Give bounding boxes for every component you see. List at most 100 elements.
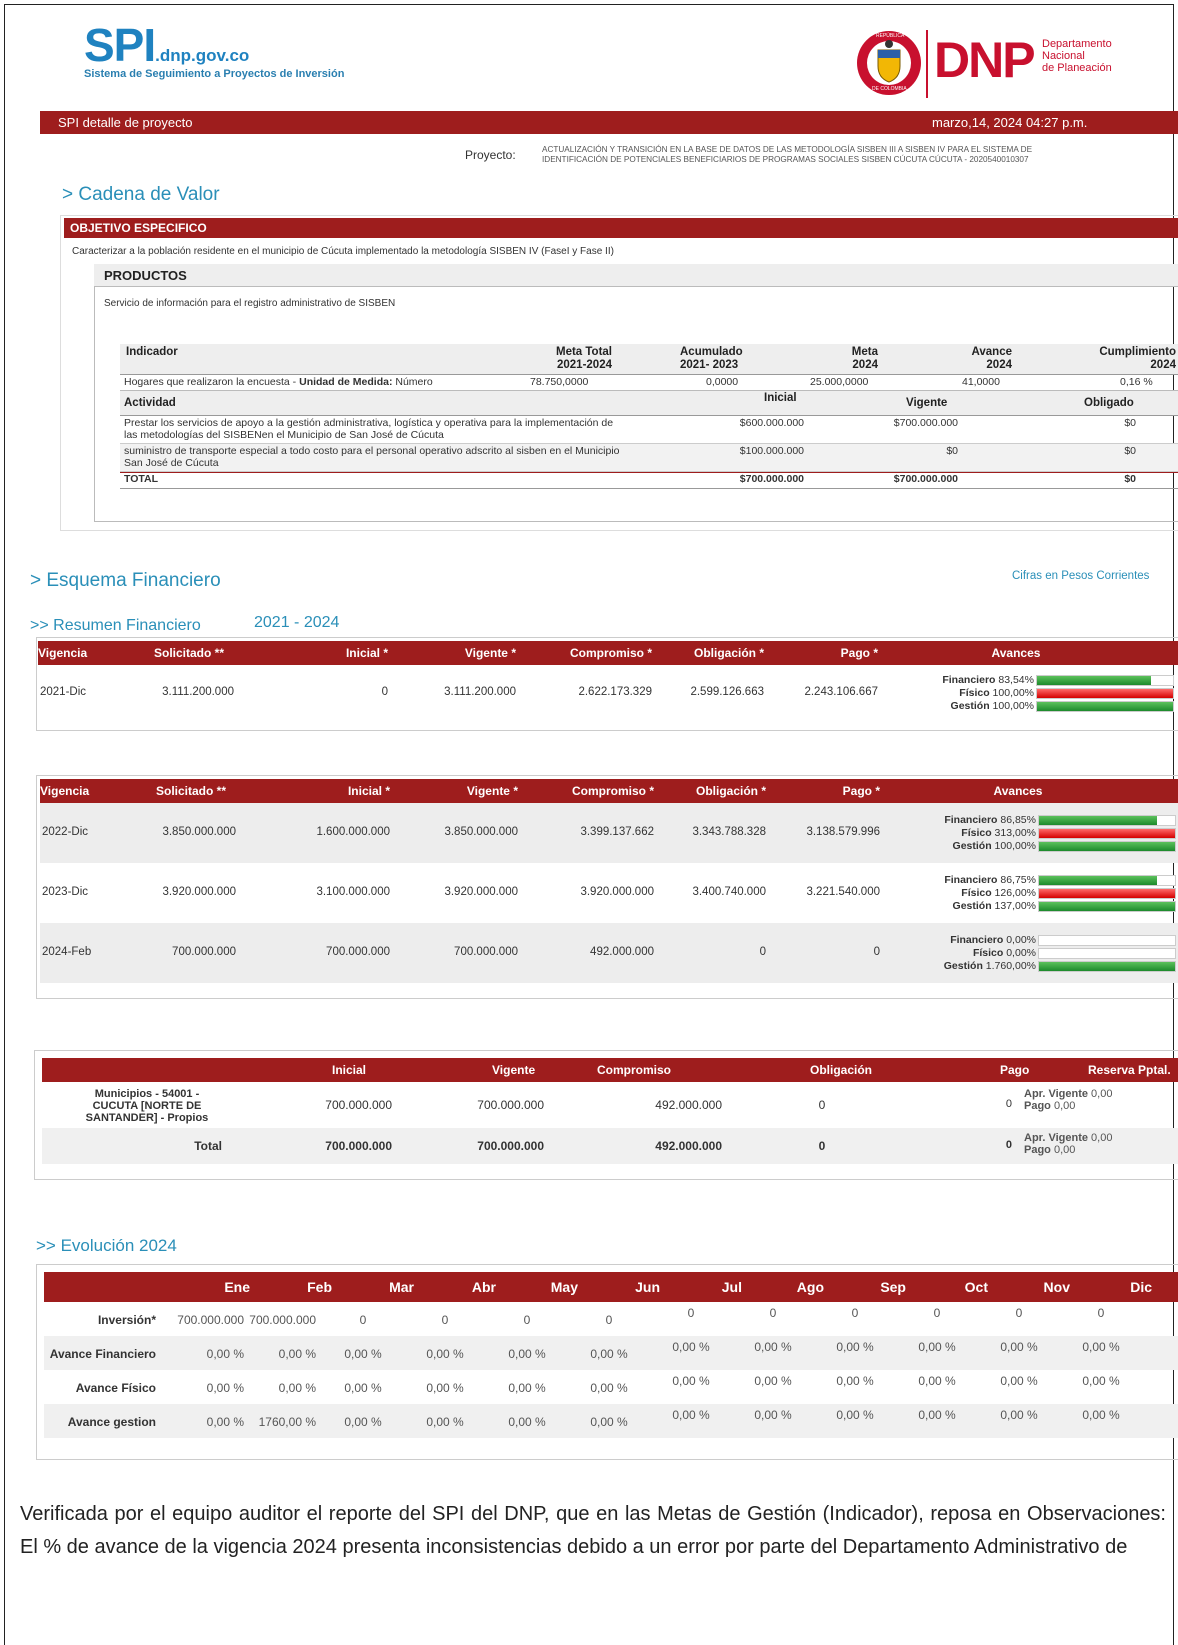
project-name-line2: IDENTIFICACIÓN DE POTENCIALES BENEFICIAR…	[542, 155, 1029, 164]
resumen-solicitado: 3.850.000.000	[162, 826, 236, 838]
fuentes-col-pago: Pago	[1000, 1063, 1030, 1077]
col-acumulado: Acumulado 2021- 2023	[680, 346, 743, 371]
avance-line: Físico 100,00%	[884, 687, 1174, 700]
fuentes-table: Inicial Vigente Compromiso Obligación Pa…	[42, 1058, 1178, 1164]
month-col: Abr	[471, 1279, 496, 1295]
progress-fill	[1039, 815, 1158, 825]
avance-value: 126,00%	[994, 887, 1036, 899]
resumen-inicial: 0	[381, 686, 388, 698]
evolucion-cell: 0,00 %	[754, 1374, 792, 1388]
evolucion-cell: 0	[523, 1313, 531, 1327]
month-col: Mar	[389, 1279, 414, 1295]
title-bar-date: marzo,14, 2024 04:27 p.m.	[932, 115, 1088, 130]
evolucion-cell: 0,00 %	[1082, 1340, 1120, 1354]
indicator-name-text: Hogares que realizaron la encuesta -	[124, 376, 300, 388]
month-col: Feb	[307, 1279, 332, 1295]
avance-line: Físico 313,00%	[886, 827, 1176, 840]
resumen-inicial: 700.000.000	[326, 946, 390, 958]
activity-inicial: $600.000.000	[739, 417, 804, 429]
avance-label: Gestión	[952, 900, 992, 912]
dnp-logo: DNP	[934, 30, 1036, 90]
evolucion-cell: 0,00 %	[206, 1381, 244, 1395]
spi-logo-text: SPI	[84, 19, 156, 71]
avance-line: Financiero 0,00%	[886, 934, 1176, 947]
progress-bar	[1036, 700, 1174, 712]
resumen-col: Avances	[993, 784, 1043, 798]
month-col: Dic	[1130, 1279, 1152, 1295]
evolucion-cell: 0,00 %	[590, 1415, 628, 1429]
resumen-pago: 2.243.106.667	[804, 686, 878, 698]
avance-label: Gestión	[950, 700, 990, 712]
resumen-col: Inicial *	[347, 784, 390, 798]
fuentes-total-compromiso: 492.000.000	[655, 1139, 722, 1153]
resumen-col: Vigencia	[40, 784, 90, 798]
reserva-pago-label: Pago	[1024, 1100, 1051, 1112]
evolucion-cell: 0,00 %	[508, 1381, 546, 1395]
activity-inicial: $100.000.000	[739, 445, 804, 457]
col-vigente: Vigente	[906, 397, 948, 409]
progress-fill	[1039, 961, 1175, 971]
avance-label: Gestión	[943, 960, 983, 972]
activity-row: suministro de transporte especial a todo…	[120, 444, 1178, 472]
apr-vigente-value: 0,00	[1087, 1088, 1113, 1100]
dnp-name-line3: de Planeación	[1042, 62, 1112, 74]
avances-cell: Financiero 86,85% Físico 313,00% Gestión 1…	[886, 814, 1176, 853]
activity-obligado: $0	[1124, 417, 1136, 429]
evolucion-cell: 0	[359, 1313, 367, 1327]
indicator-meta-2024: 25.000,0000	[810, 376, 869, 388]
total-vigente: $700.000.000	[893, 473, 958, 485]
evolucion-row-label: Inversión*	[97, 1313, 156, 1327]
avance-line: Gestión 137,00%	[886, 900, 1176, 913]
evolucion-cell: 0,00 %	[836, 1374, 874, 1388]
project-name-line1: ACTUALIZACIÓN Y TRANSICIÓN EN LA BASE DE…	[542, 145, 1033, 154]
progress-bar	[1038, 900, 1176, 912]
evolucion-cell: 0,00 %	[918, 1374, 956, 1388]
progress-fill	[1037, 688, 1173, 698]
objective-header: OBJETIVO ESPECIFICO	[64, 218, 1178, 238]
evolucion-cell: 0,00 %	[836, 1340, 874, 1354]
evolucion-cell: 0	[1015, 1306, 1023, 1320]
avance-line: Físico 0,00%	[886, 947, 1176, 960]
activity-obligado: $0	[1124, 445, 1136, 457]
fuentes-col-reserva: Reserva Pptal.	[1088, 1063, 1171, 1077]
fuentes-row-name: Municipios - 54001 - CUCUTA [NORTE DE SA…	[85, 1088, 209, 1124]
avance-value: 137,00%	[994, 900, 1036, 912]
colombia-seal: REPÚBLICA DE COLOMBIA	[856, 30, 922, 96]
col-meta-2024: Meta 2024	[851, 346, 878, 371]
avance-label: Gestión	[952, 840, 992, 852]
avance-label: Financiero	[950, 934, 1004, 946]
activity-header: Actividad Inicial Vigente Obligado	[120, 391, 1178, 416]
apr-vigente-label: Apr. Vigente	[1024, 1132, 1088, 1144]
col-cumplimiento: Cumplimiento 2024	[1099, 346, 1176, 371]
activity-vigente: $0	[946, 445, 958, 457]
progress-bar	[1038, 814, 1176, 826]
avance-label: Físico	[961, 827, 992, 839]
month-col: May	[550, 1279, 578, 1295]
fuentes-row-inicial: 700.000.000	[325, 1098, 392, 1112]
resumen-obligacion: 2.599.126.663	[690, 686, 764, 698]
cifras-note: Cifras en Pesos Corrientes	[1012, 570, 1150, 582]
evolucion-cell: 0,00 %	[754, 1408, 792, 1422]
total-label: TOTAL	[124, 473, 159, 485]
resumen-row: 2024-Feb 700.000.000 700.000.000 700.000.00…	[40, 923, 1178, 983]
indicator-cumplimiento: 0,16 %	[1120, 376, 1153, 388]
resumen-col: Compromiso *	[571, 784, 654, 798]
progress-bar	[1038, 840, 1176, 852]
indicator-meta-total: 78.750,0000	[530, 376, 589, 388]
resumen-compromiso: 492.000.000	[590, 946, 654, 958]
evolucion-cell: 0,00 %	[426, 1415, 464, 1429]
resumen-col: Solicitado **	[153, 646, 224, 660]
indicator-acumulado: 0,0000	[706, 376, 739, 388]
avance-line: Gestión 1.760,00%	[886, 960, 1176, 973]
fuentes-total-pago: 0	[1005, 1139, 1012, 1151]
resumen-vigente: 3.920.000.000	[444, 886, 518, 898]
project-name: ACTUALIZACIÓN Y TRANSICIÓN EN LA BASE DE…	[542, 145, 1032, 165]
spi-logo: SPI.dnp.gov.co Sistema de Seguimiento a …	[84, 18, 344, 80]
seal-text-bottom: DE COLOMBIA	[872, 86, 907, 92]
avance-value: 100,00%	[992, 700, 1034, 712]
col-inicial: Inicial	[764, 392, 797, 404]
resumen-vigente: 3.111.200.000	[444, 686, 516, 698]
evolucion-cell: 0,00 %	[508, 1415, 546, 1429]
col-avance: Avance 2024	[971, 346, 1013, 371]
title-bar: SPI detalle de proyecto marzo,14, 2024 0…	[40, 111, 1178, 134]
